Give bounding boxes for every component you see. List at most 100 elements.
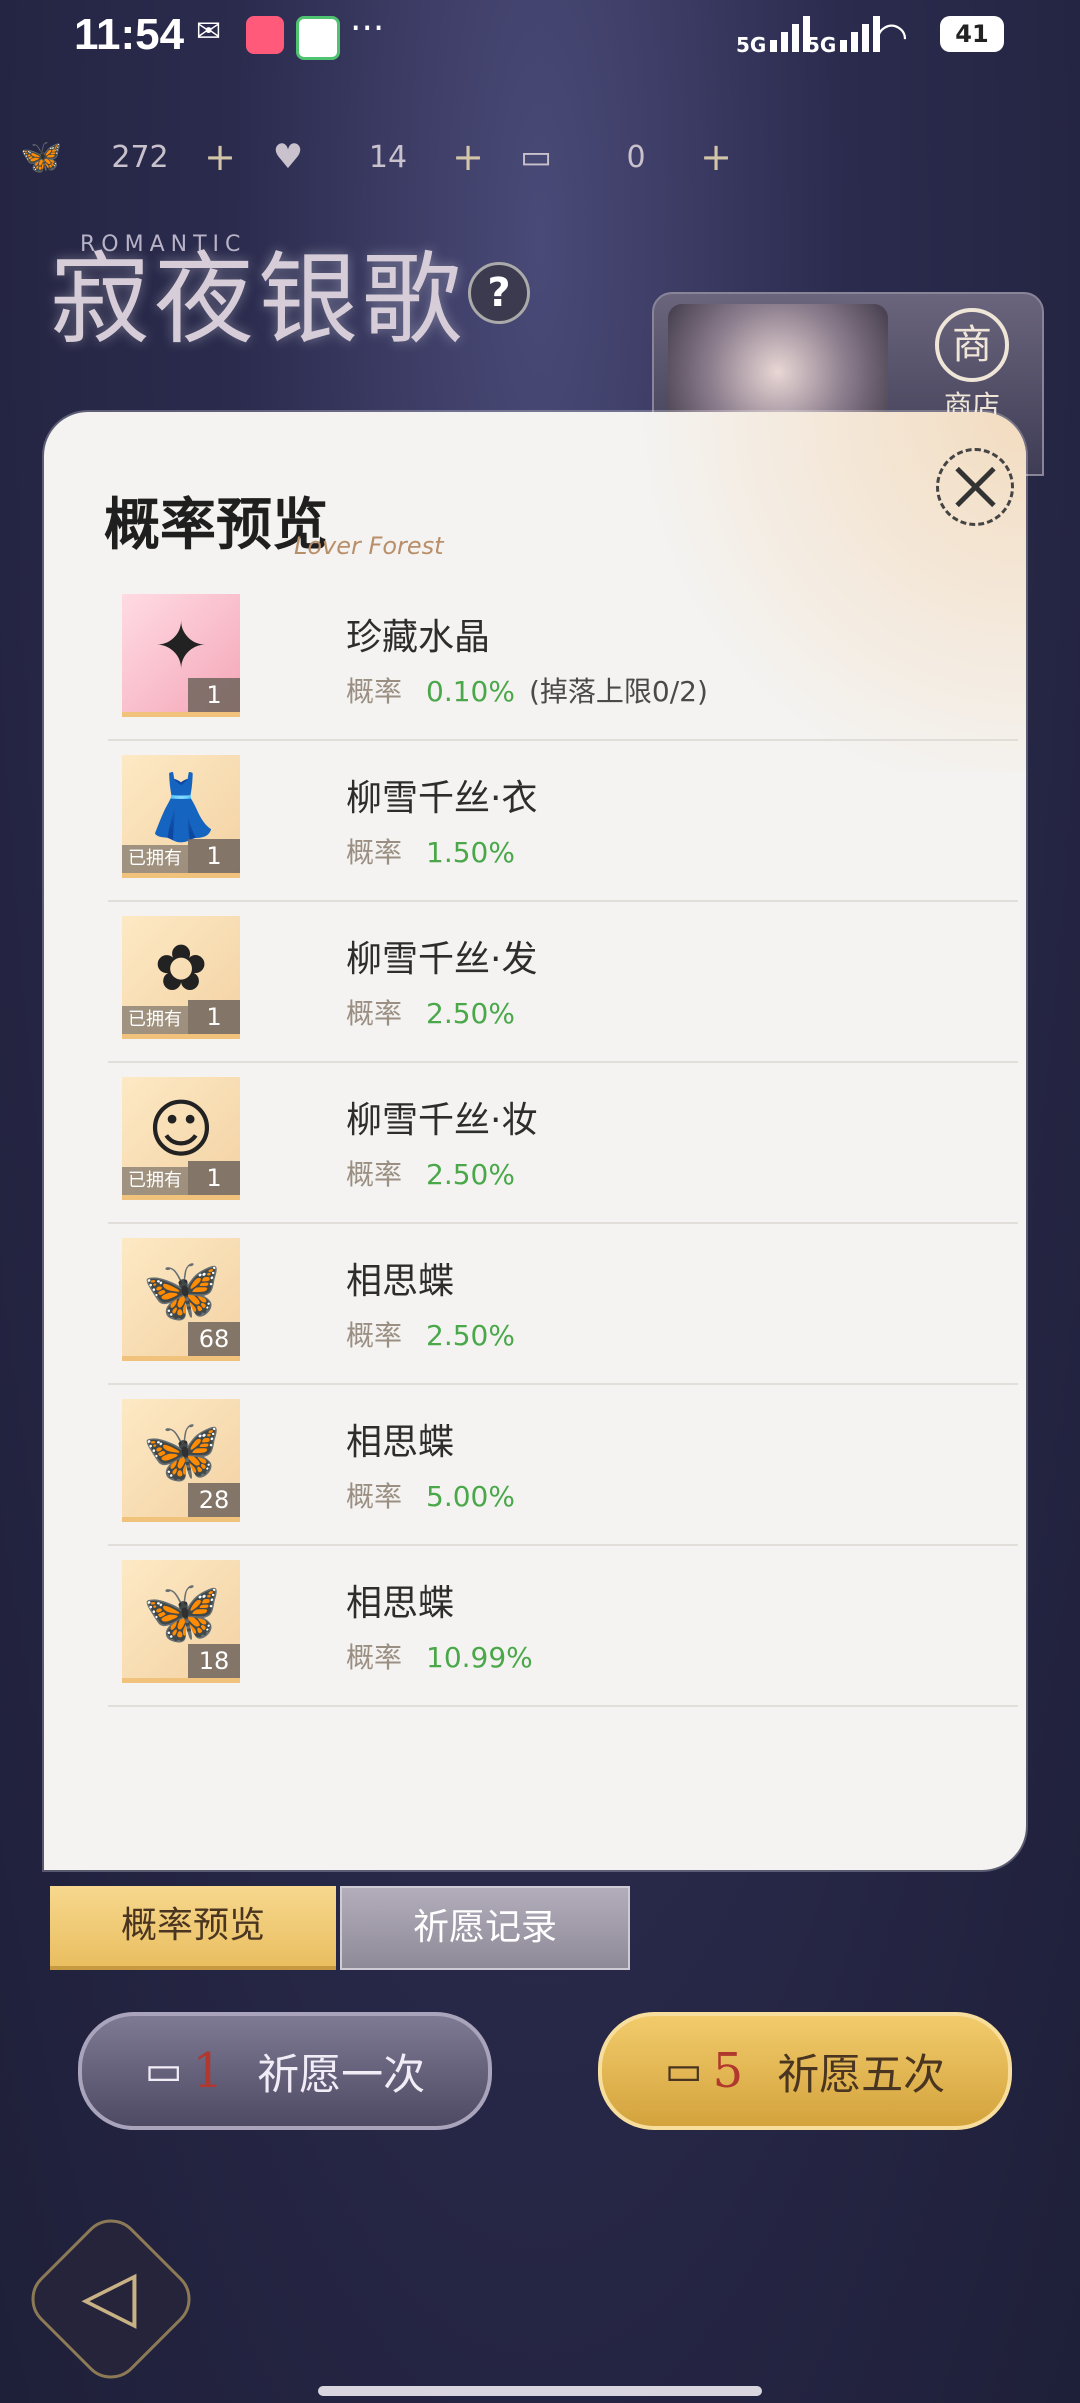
- item-quantity: 1: [188, 839, 240, 873]
- list-item[interactable]: 🦋 18 相思蝶概率 10.99%: [108, 1546, 1018, 1707]
- item-name: 相思蝶: [346, 1261, 455, 1302]
- list-item[interactable]: 🦋相思蝶概率: [108, 1707, 1018, 1708]
- clock: 11:54: [74, 10, 185, 59]
- shop-icon: 商: [935, 308, 1009, 382]
- item-thumbnail[interactable]: ☺ 已拥有 1: [122, 1077, 240, 1200]
- item-thumbnail[interactable]: ✿ 已拥有 1: [122, 916, 240, 1039]
- butterfly-icon: 🦋: [20, 137, 63, 177]
- battery-icon: 41: [940, 16, 1004, 52]
- dress-icon: 👗: [142, 771, 222, 845]
- rate-label: 概率: [346, 997, 403, 1030]
- tab-probability-preview[interactable]: 概率预览: [50, 1886, 336, 1970]
- item-quantity: 18: [188, 1644, 240, 1678]
- item-rate: 概率 10.99%: [346, 1636, 533, 1676]
- owned-badge: 已拥有: [122, 1006, 188, 1034]
- add-currency-button[interactable]: +: [448, 135, 488, 179]
- modal-deco-script: Lover Forest: [294, 532, 444, 560]
- list-item[interactable]: 👗 已拥有 1 柳雪千丝·衣概率 1.50%: [108, 741, 1018, 902]
- item-quantity: 1: [188, 678, 240, 712]
- item-rate: 概率 2.50%: [346, 992, 515, 1032]
- status-bar: 11:54 ✉ ··· 5G 5G ◠ 41: [0, 0, 1080, 70]
- item-thumbnail[interactable]: 👗 已拥有 1: [122, 755, 240, 878]
- currency-value: 0: [626, 139, 646, 175]
- item-quantity: 1: [188, 1161, 240, 1195]
- item-name: 柳雪千丝·衣: [346, 778, 538, 819]
- add-currency-button[interactable]: +: [200, 135, 240, 179]
- currency-bar: 🦋 272 + ♥ 14 + ▭ 0 +: [20, 132, 764, 182]
- notification-icon: ✉: [196, 14, 222, 49]
- more-notifications-icon: ···: [350, 8, 385, 49]
- rate-label: 概率: [346, 836, 403, 869]
- wish-cost: 5: [712, 2043, 744, 2099]
- rate-label: 概率: [346, 675, 403, 708]
- rate-label: 概率: [346, 1641, 403, 1674]
- rate-value: 10.99%: [426, 1641, 533, 1674]
- butterfly-icon: 🦋: [142, 1415, 222, 1489]
- rate-value: 2.50%: [426, 997, 515, 1030]
- wish-cost: 1: [192, 2043, 224, 2099]
- signal-icon: 5G: [806, 14, 881, 57]
- makeup-icon: ☺: [147, 1093, 215, 1167]
- rate-value: 1.50%: [426, 836, 515, 869]
- item-name: 相思蝶: [346, 1583, 455, 1624]
- currency-heart: ♥ 14 +: [268, 135, 488, 179]
- rate-label: 概率: [346, 1480, 403, 1513]
- item-name: 相思蝶: [346, 1422, 455, 1463]
- crystal-icon: ✦: [154, 610, 208, 684]
- back-arrow-icon[interactable]: ◁: [64, 2250, 154, 2340]
- wish-five-button[interactable]: ▭ 5 祈愿五次: [598, 2012, 1012, 2130]
- shop-button[interactable]: 商 商店: [922, 308, 1022, 422]
- wifi-icon: ◠: [875, 14, 909, 58]
- heart-gem-icon: ♥: [272, 137, 304, 177]
- ticket-icon: ▭: [519, 137, 553, 177]
- item-thumbnail[interactable]: 🦋 28: [122, 1399, 240, 1522]
- item-rate: 概率 2.50%: [346, 1153, 515, 1193]
- list-item[interactable]: ☺ 已拥有 1 柳雪千丝·妆概率 2.50%: [108, 1063, 1018, 1224]
- close-button[interactable]: [936, 448, 1014, 526]
- tab-wish-records[interactable]: 祈愿记录: [340, 1886, 630, 1970]
- rate-value: 2.50%: [426, 1319, 515, 1352]
- rate-value: 5.00%: [426, 1480, 515, 1513]
- help-button[interactable]: ?: [468, 262, 530, 324]
- drop-limit: (掉落上限0/2): [528, 675, 708, 708]
- probability-list[interactable]: ✦ 1 珍藏水晶 概率 0.10% (掉落上限0/2) 👗 已拥有 1 柳雪千丝·衣 概率 1.50%…: [108, 580, 1018, 1708]
- hair-icon: ✿: [154, 932, 208, 1006]
- list-item[interactable]: ✿ 已拥有 1 柳雪千丝·发概率 2.50%: [108, 902, 1018, 1063]
- item-thumbnail[interactable]: 🦋 68: [122, 1238, 240, 1361]
- rate-label: 概率: [346, 1158, 403, 1191]
- list-item[interactable]: 🦋 28 相思蝶概率 5.00%: [108, 1385, 1018, 1546]
- item-name: 珍藏水晶: [346, 617, 491, 658]
- owned-badge: 已拥有: [122, 1167, 188, 1195]
- event-title: 寂夜银歌: [50, 241, 466, 358]
- item-quantity: 1: [188, 1000, 240, 1034]
- butterfly-icon: 🦋: [142, 1254, 222, 1328]
- list-item[interactable]: 🦋 68 相思蝶概率 2.50%: [108, 1224, 1018, 1385]
- wish-once-button[interactable]: ▭ 1 祈愿一次: [78, 2012, 492, 2130]
- list-item[interactable]: ✦ 1 珍藏水晶概率 0.10% (掉落上限0/2): [108, 580, 1018, 741]
- app-notification-icon: [246, 16, 284, 54]
- item-rate: 概率 1.50%: [346, 831, 515, 871]
- add-currency-button[interactable]: +: [696, 135, 736, 179]
- item-thumbnail[interactable]: ✦ 1: [122, 594, 240, 717]
- butterfly-icon: 🦋: [142, 1576, 222, 1650]
- item-rate: 概率 2.50%: [346, 1314, 515, 1354]
- item-quantity: 28: [188, 1483, 240, 1517]
- item-thumbnail[interactable]: 🦋 18: [122, 1560, 240, 1683]
- rate-label: 概率: [346, 1319, 403, 1352]
- ticket-icon: ▭: [144, 2048, 183, 2094]
- wish-label: 祈愿一次: [257, 2049, 426, 2099]
- currency-butterfly: 🦋 272 +: [20, 135, 240, 179]
- item-rate: 概率 0.10% (掉落上限0/2): [346, 670, 708, 710]
- item-name: 柳雪千丝·发: [346, 939, 538, 980]
- item-quantity: 68: [188, 1322, 240, 1356]
- owned-badge: 已拥有: [122, 845, 188, 873]
- rate-value: 0.10%: [426, 675, 515, 708]
- home-indicator[interactable]: [318, 2386, 762, 2396]
- signal-icon: 5G: [736, 14, 811, 57]
- currency-value: 14: [368, 139, 408, 175]
- item-name: 柳雪千丝·妆: [346, 1100, 538, 1141]
- probability-modal: 概率预览 Lover Forest ✦ 1 珍藏水晶 概率 0.10% (掉落上限0/2)…: [44, 412, 1026, 1870]
- rate-value: 2.50%: [426, 1158, 515, 1191]
- item-rate: 概率 5.00%: [346, 1475, 515, 1515]
- ticket-icon: ▭: [664, 2048, 703, 2094]
